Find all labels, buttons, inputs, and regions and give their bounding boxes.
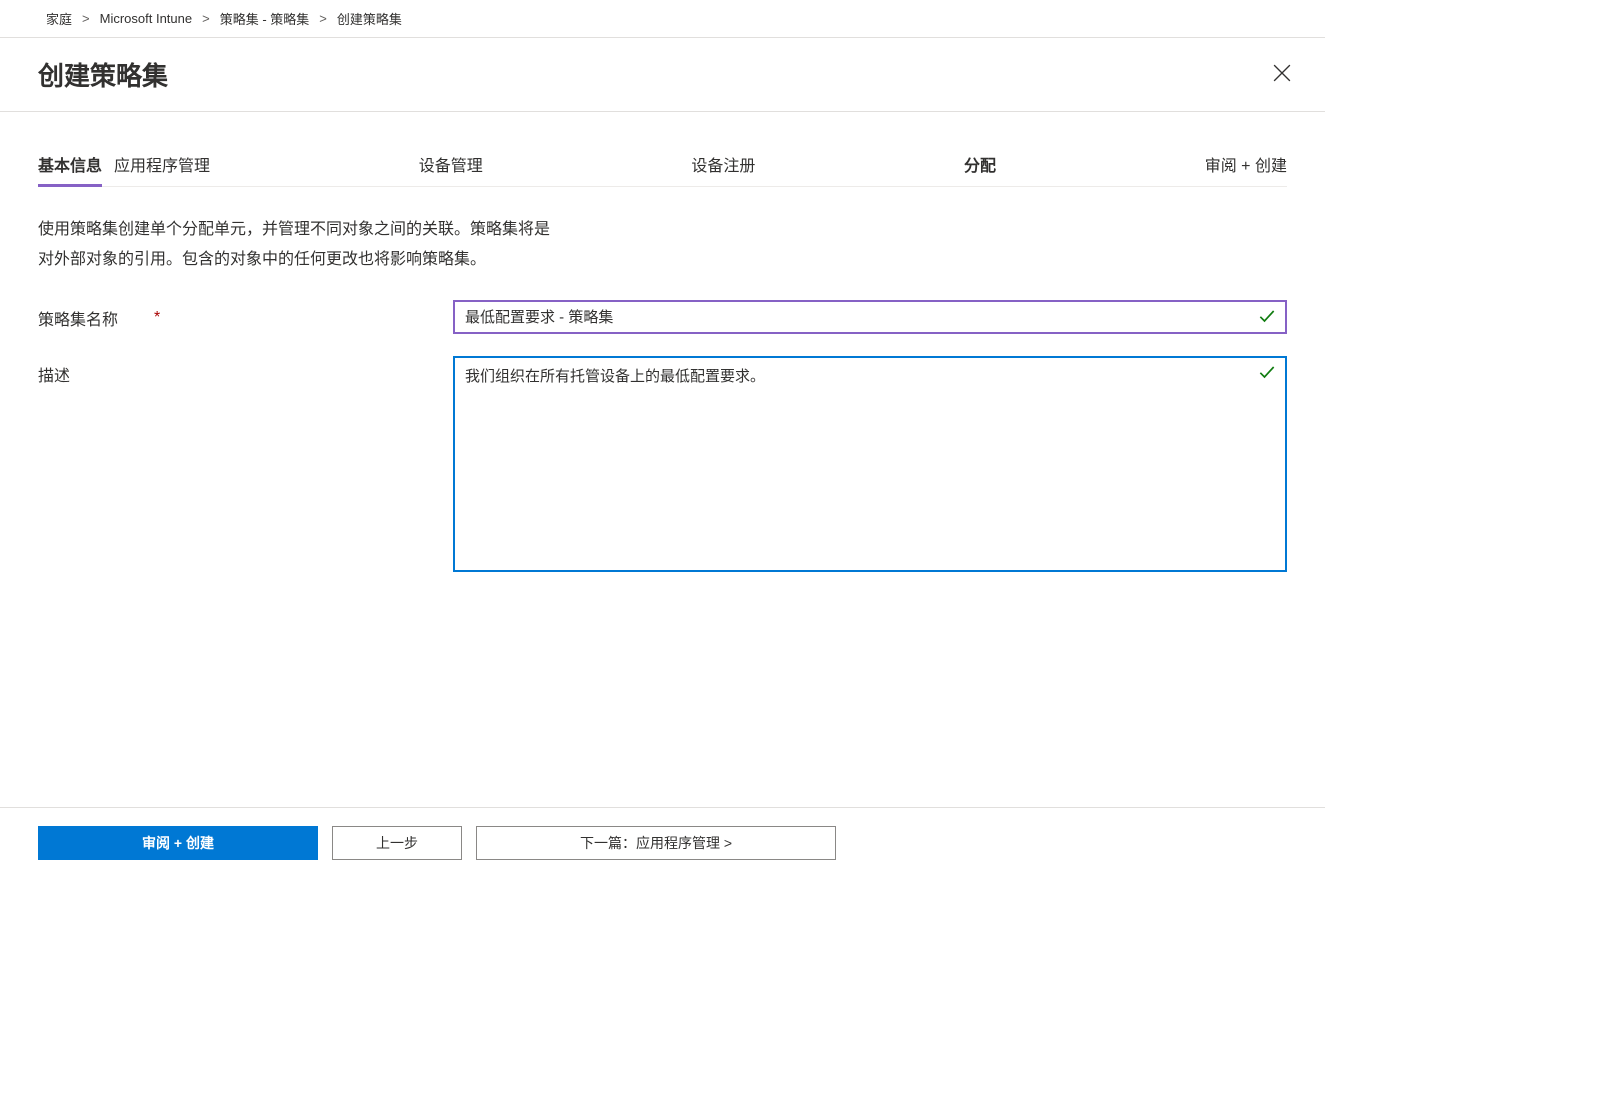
breadcrumb-item-policysets[interactable]: 策略集 - 策略集 — [220, 9, 310, 28]
label-policy-description-text: 描述 — [38, 362, 70, 386]
next-button[interactable]: 下一篇：应用程序管理 > — [476, 826, 836, 860]
checkmark-icon — [1257, 306, 1277, 329]
intro-line2: 对外部对象的引用。包含的对象中的任何更改也将影响策略集。 — [38, 245, 738, 275]
required-indicator: * — [154, 309, 160, 327]
wizard-footer: 审阅 + 创建 上一步 下一篇：应用程序管理 > — [0, 807, 1325, 880]
breadcrumb-item-home[interactable]: 家庭 — [46, 9, 72, 28]
tab-basics[interactable]: 基本信息 — [38, 146, 102, 186]
tab-assignments[interactable]: 分配 — [964, 146, 996, 186]
breadcrumb-sep: > — [319, 11, 327, 26]
breadcrumb-sep: > — [202, 11, 210, 26]
tab-app-management[interactable]: 应用程序管理 — [114, 146, 210, 186]
checkmark-icon — [1257, 362, 1277, 385]
page-header: 创建策略集 — [0, 38, 1325, 112]
row-policy-name: 策略集名称 * — [38, 300, 1287, 334]
label-policy-name: 策略集名称 * — [38, 300, 453, 330]
breadcrumb-item-create: 创建策略集 — [337, 9, 402, 28]
page-title: 创建策略集 — [38, 56, 168, 93]
policy-name-input[interactable] — [453, 300, 1287, 334]
previous-button[interactable]: 上一步 — [332, 826, 462, 860]
breadcrumb: 家庭 > Microsoft Intune > 策略集 - 策略集 > 创建策略… — [0, 0, 1325, 38]
tab-review-create[interactable]: 审阅 + 创建 — [1205, 146, 1287, 186]
intro-text: 使用策略集创建单个分配单元，并管理不同对象之间的关联。策略集将是 对外部对象的引… — [38, 215, 738, 276]
tab-device-management[interactable]: 设备管理 — [419, 146, 483, 186]
label-policy-name-text: 策略集名称 — [38, 306, 118, 330]
breadcrumb-sep: > — [82, 11, 90, 26]
policy-description-textarea[interactable] — [453, 356, 1287, 572]
close-icon[interactable] — [1267, 62, 1297, 88]
row-policy-description: 描述 — [38, 356, 1287, 575]
wizard-tabs: 基本信息 应用程序管理 设备管理 设备注册 分配 审阅 + 创建 — [38, 146, 1287, 187]
breadcrumb-item-intune[interactable]: Microsoft Intune — [100, 11, 193, 26]
intro-line1: 使用策略集创建单个分配单元，并管理不同对象之间的关联。策略集将是 — [38, 215, 738, 245]
label-policy-description: 描述 — [38, 356, 453, 386]
review-create-button[interactable]: 审阅 + 创建 — [38, 826, 318, 860]
tab-device-enrollment[interactable]: 设备注册 — [691, 146, 755, 186]
